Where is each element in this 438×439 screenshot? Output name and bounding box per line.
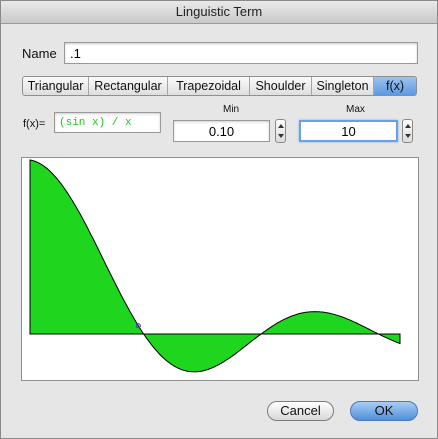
cancel-button[interactable]: Cancel (267, 401, 334, 421)
function-plot-svg (29, 159, 401, 373)
min-label: Min (223, 104, 240, 115)
max-stepper[interactable] (402, 119, 413, 143)
tab-shoulder[interactable]: Shoulder (250, 77, 312, 95)
window-title: Linguistic Term (1, 1, 437, 24)
min-field[interactable] (173, 120, 270, 142)
name-label: Name (22, 46, 57, 61)
tab-triangular[interactable]: Triangular (23, 77, 89, 95)
formula-label: f(x)= (23, 118, 46, 130)
ok-button[interactable]: OK (350, 401, 418, 421)
tab-fx[interactable]: f(x) (374, 77, 416, 95)
formula-input[interactable] (54, 112, 161, 133)
stepper-down-icon[interactable] (405, 134, 411, 138)
stepper-up-icon[interactable] (278, 124, 284, 128)
linguistic-term-dialog: Linguistic Term Name Triangular Rectangu… (0, 0, 438, 439)
stepper-up-icon[interactable] (405, 124, 411, 128)
function-plot (21, 157, 419, 381)
tab-singleton[interactable]: Singleton (312, 77, 374, 95)
min-stepper[interactable] (275, 119, 286, 143)
shape-tab-bar: Triangular Rectangular Trapezoidal Shoul… (22, 76, 417, 96)
max-label: Max (346, 104, 365, 115)
name-input[interactable] (64, 42, 418, 64)
function-area (29, 159, 401, 373)
tab-trapezoidal[interactable]: Trapezoidal (168, 77, 250, 95)
stepper-down-icon[interactable] (278, 134, 284, 138)
max-field[interactable] (299, 120, 398, 142)
tab-rectangular[interactable]: Rectangular (89, 77, 168, 95)
